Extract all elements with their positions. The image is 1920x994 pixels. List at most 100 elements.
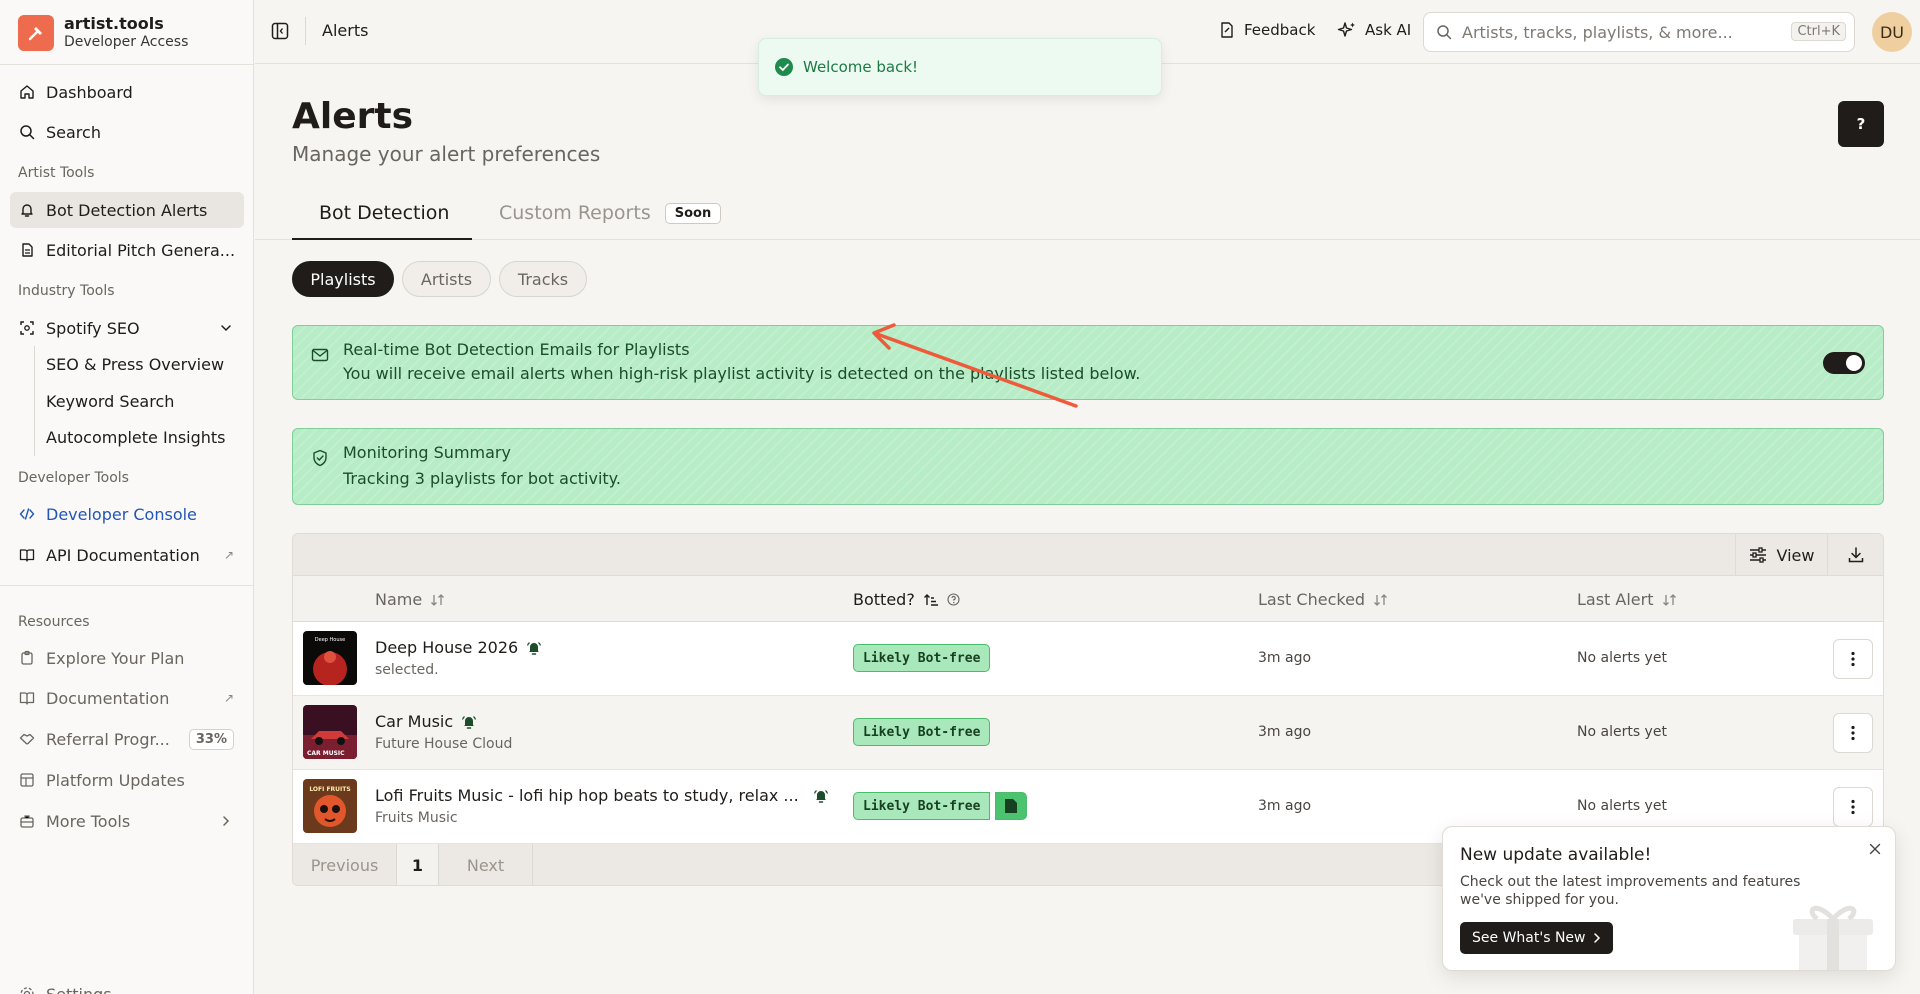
- hammer-logo-icon: [18, 14, 54, 51]
- sidebar-subitem-autocomplete[interactable]: Autocomplete Insights: [46, 428, 226, 447]
- section-title-industry-tools: Industry Tools: [18, 283, 115, 299]
- sidebar-item-spotify-seo[interactable]: Spotify SEO: [10, 310, 244, 346]
- column-botted[interactable]: Botted?: [853, 590, 960, 609]
- sidebar-item-api-documentation[interactable]: API Documentation ↗: [10, 537, 244, 573]
- layout-icon: [18, 771, 36, 789]
- sidebar-divider: [0, 64, 254, 65]
- sidebar-subitem-keyword-search[interactable]: Keyword Search: [46, 392, 174, 411]
- help-button[interactable]: ?: [1838, 101, 1884, 147]
- playlist-cover: Deep House: [303, 631, 357, 685]
- sidebar-item-referral[interactable]: Referral Progr... 33%: [10, 721, 244, 757]
- sidebar-item-dashboard[interactable]: Dashboard: [10, 74, 244, 110]
- column-last-checked[interactable]: Last Checked: [1258, 590, 1389, 609]
- report-file-button[interactable]: [995, 792, 1027, 820]
- email-alerts-toggle[interactable]: [1823, 352, 1865, 374]
- ask-ai-label: Ask AI: [1365, 21, 1412, 39]
- column-label: Last Alert: [1577, 590, 1654, 609]
- sidebar-subitem-seo-press[interactable]: SEO & Press Overview: [46, 355, 224, 374]
- table-row[interactable]: Deep House Deep House 2026 selected. Lik…: [293, 622, 1883, 696]
- next-page-button[interactable]: Next: [439, 844, 533, 885]
- sidebar-item-more-tools[interactable]: More Tools: [10, 803, 244, 839]
- sidebar-item-label: Documentation: [46, 688, 170, 708]
- last-checked: 3m ago: [1258, 798, 1312, 814]
- playlist-title: Car Music: [375, 712, 454, 731]
- page-number-button[interactable]: 1: [397, 844, 439, 885]
- download-button[interactable]: [1827, 534, 1883, 576]
- sliders-icon: [1749, 547, 1777, 563]
- submenu-line: [34, 346, 35, 456]
- row-actions-button[interactable]: [1833, 787, 1873, 827]
- button-label: See What's New: [1472, 930, 1586, 946]
- global-search[interactable]: Ctrl+K: [1423, 12, 1855, 52]
- filter-playlists[interactable]: Playlists: [292, 261, 394, 297]
- filter-tracks[interactable]: Tracks: [499, 261, 587, 297]
- feedback-button[interactable]: Feedback: [1218, 21, 1315, 39]
- book-icon: [18, 546, 36, 564]
- tab-custom-reports[interactable]: Custom Reports Soon: [499, 202, 722, 224]
- scan-icon: [18, 319, 36, 337]
- welcome-toast: Welcome back!: [758, 38, 1162, 96]
- page-title: Alerts: [292, 96, 414, 137]
- sidebar-item-label: Referral Progr...: [46, 729, 170, 749]
- bell-alert-icon[interactable]: [805, 788, 829, 804]
- previous-page-button[interactable]: Previous: [293, 844, 397, 885]
- row-actions-button[interactable]: [1833, 713, 1873, 753]
- header-divider: [305, 17, 306, 45]
- see-whats-new-button[interactable]: See What's New: [1460, 922, 1614, 954]
- filter-artists[interactable]: Artists: [402, 261, 491, 297]
- column-last-alert[interactable]: Last Alert: [1577, 590, 1678, 609]
- sidebar: artist.tools Developer Access Dashboard …: [0, 0, 254, 994]
- sort-icon: [1365, 593, 1389, 607]
- gear-icon: [18, 985, 36, 994]
- sidebar-item-editorial-pitch[interactable]: Editorial Pitch Genera...: [10, 232, 244, 268]
- last-alert: No alerts yet: [1577, 798, 1667, 814]
- chevron-right-icon: [1585, 932, 1601, 944]
- tab-label: Custom Reports: [499, 202, 651, 224]
- playlist-name[interactable]: Car Music: [375, 712, 477, 731]
- sidebar-item-search[interactable]: Search: [10, 114, 244, 150]
- more-vertical-icon: [1851, 651, 1855, 667]
- sidebar-item-platform-updates[interactable]: Platform Updates: [10, 762, 244, 798]
- avatar[interactable]: DU: [1872, 12, 1912, 52]
- external-link-icon: ↗: [223, 691, 234, 705]
- update-notification: New update available! Check out the late…: [1442, 826, 1896, 971]
- last-checked: 3m ago: [1258, 650, 1312, 666]
- search-input[interactable]: [1462, 22, 1792, 42]
- sidebar-toggle-icon[interactable]: [271, 22, 289, 40]
- column-name[interactable]: Name: [375, 590, 446, 609]
- table-row[interactable]: CAR MUSIC Car Music Future House Cloud L…: [293, 696, 1883, 770]
- info-icon[interactable]: [939, 593, 960, 606]
- sidebar-item-label: Spotify SEO: [46, 318, 140, 338]
- toolbox-icon: [18, 812, 36, 830]
- download-icon: [1847, 546, 1865, 564]
- playlist-title: Lofi Fruits Music - lofi hip hop beats t…: [375, 786, 799, 805]
- document-icon: [18, 241, 36, 259]
- bot-status-badge: Likely Bot-free: [853, 792, 991, 820]
- row-actions-button[interactable]: [1833, 639, 1873, 679]
- toast-message: Welcome back!: [803, 58, 919, 76]
- playlist-name[interactable]: Lofi Fruits Music - lofi hip hop beats t…: [375, 786, 829, 805]
- brand[interactable]: artist.tools Developer Access: [18, 14, 188, 51]
- cover-text: CAR MUSIC: [307, 750, 345, 757]
- annotation-arrow: [860, 320, 1090, 420]
- playlist-owner: selected.: [375, 662, 439, 678]
- sidebar-item-label: More Tools: [46, 811, 131, 831]
- sidebar-item-explore-plan[interactable]: Explore Your Plan: [10, 640, 244, 676]
- check-circle-icon: [775, 58, 793, 76]
- close-icon[interactable]: [1869, 843, 1881, 855]
- sidebar-item-bot-detection-alerts[interactable]: Bot Detection Alerts: [10, 192, 244, 228]
- view-options-button[interactable]: View: [1735, 534, 1827, 576]
- sidebar-item-documentation[interactable]: Documentation ↗: [10, 680, 244, 716]
- playlist-name[interactable]: Deep House 2026: [375, 638, 542, 657]
- bell-alert-icon[interactable]: [453, 714, 477, 730]
- tab-bot-detection[interactable]: Bot Detection: [292, 202, 472, 240]
- sidebar-item-label: Editorial Pitch Genera...: [46, 240, 236, 260]
- playlist-owner: Future House Cloud: [375, 736, 513, 752]
- sidebar-item-developer-console[interactable]: Developer Console: [10, 496, 244, 532]
- ask-ai-button[interactable]: Ask AI: [1337, 21, 1411, 39]
- bell-alert-icon[interactable]: [518, 640, 542, 656]
- banner-title: Real-time Bot Detection Emails for Playl…: [343, 340, 690, 359]
- chevron-down-icon: [220, 322, 232, 334]
- table-header: Name Botted? Last Checked Last Alert: [293, 576, 1883, 622]
- sidebar-item-settings[interactable]: Settings: [10, 976, 244, 994]
